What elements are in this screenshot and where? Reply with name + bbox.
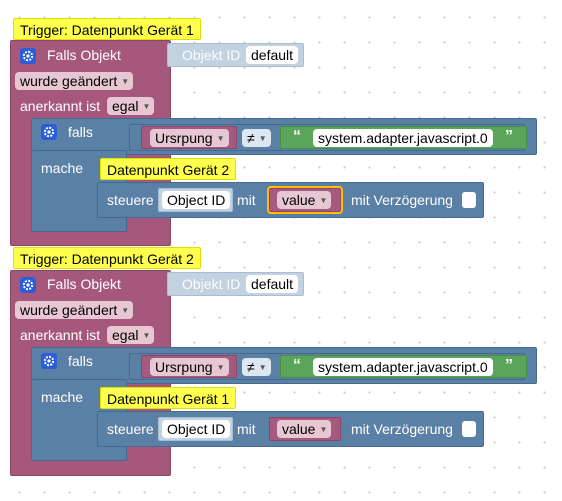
anerkannt-label: anerkannt ist (20, 98, 101, 114)
dropdown-arrow-icon: ▼ (121, 306, 130, 315)
dropdown-arrow-icon: ▼ (258, 363, 267, 372)
delay-label: mit Verzögerung (351, 421, 453, 437)
value-dropdown-value: value (282, 192, 316, 208)
objekt-id-field[interactable]: default (246, 275, 299, 293)
dropdown-arrow-icon: ▼ (142, 102, 151, 111)
delay-checkbox[interactable] (462, 192, 476, 208)
anerkannt-dropdown[interactable]: egal ▼ (107, 97, 155, 115)
dropdown-arrow-icon: ▼ (319, 196, 328, 205)
anerkannt-dropdown-value: egal (112, 98, 139, 114)
gear-icon[interactable] (41, 353, 57, 369)
if-label: falls (68, 124, 93, 140)
operator-dropdown[interactable]: ≠ ▼ (242, 358, 271, 376)
objekt-id-label: Objekt ID (182, 276, 241, 292)
text-field[interactable]: system.adapter.javascript.0 (313, 358, 493, 376)
anerkannt-dropdown-value: egal (112, 327, 139, 343)
value-dropdown-value: value (282, 421, 316, 437)
variable-dropdown[interactable]: Ursrpung ▼ (150, 129, 229, 147)
steuere-label: steuere (107, 192, 154, 208)
steuere-label: steuere (107, 421, 154, 437)
event-dropdown-value: wurde geändert (20, 302, 118, 318)
event-dropdown-value: wurde geändert (20, 73, 118, 89)
mit-label: mit (237, 421, 256, 437)
operator-dropdown-value: ≠ (247, 359, 255, 375)
if-label: falls (68, 353, 93, 369)
gear-icon[interactable] (41, 124, 57, 140)
dropdown-arrow-icon: ▼ (319, 425, 328, 434)
gear-icon[interactable] (20, 277, 36, 293)
dropdown-arrow-icon: ▼ (216, 363, 225, 372)
do-comment[interactable]: Datenpunkt Gerät 2 (100, 158, 237, 180)
trigger-comment[interactable]: Trigger: Datenpunkt Gerät 1 (13, 18, 201, 40)
dropdown-arrow-icon: ▼ (142, 331, 151, 340)
gear-icon[interactable] (20, 48, 36, 64)
value-dropdown[interactable]: value ▼ (277, 191, 332, 209)
anerkannt-label: anerkannt ist (20, 327, 101, 343)
quote-open-icon: “ (293, 357, 301, 374)
variable-dropdown-value: Ursrpung (155, 130, 213, 146)
do-label: mache (41, 389, 84, 405)
anerkannt-dropdown[interactable]: egal ▼ (107, 326, 155, 344)
dropdown-arrow-icon: ▼ (258, 134, 267, 143)
do-comment[interactable]: Datenpunkt Gerät 1 (100, 387, 237, 409)
falls-objekt-label: Falls Objekt (47, 276, 121, 292)
dropdown-arrow-icon: ▼ (216, 134, 225, 143)
object-id-field[interactable]: Object ID (162, 191, 231, 209)
quote-close-icon: ” (505, 357, 513, 374)
objekt-id-field[interactable]: default (246, 46, 299, 64)
trigger-comment[interactable]: Trigger: Datenpunkt Gerät 2 (13, 247, 201, 269)
event-dropdown[interactable]: wurde geändert ▼ (15, 72, 134, 90)
operator-dropdown-value: ≠ (247, 130, 255, 146)
variable-dropdown-value: Ursrpung (155, 359, 213, 375)
value-dropdown[interactable]: value ▼ (277, 420, 332, 438)
text-field[interactable]: system.adapter.javascript.0 (313, 129, 493, 147)
mit-label: mit (237, 192, 256, 208)
operator-dropdown[interactable]: ≠ ▼ (242, 129, 271, 147)
falls-objekt-label: Falls Objekt (47, 47, 121, 63)
objekt-id-label: Objekt ID (182, 47, 241, 63)
do-label: mache (41, 160, 84, 176)
quote-open-icon: “ (293, 128, 301, 145)
object-id-field[interactable]: Object ID (162, 420, 231, 438)
dropdown-arrow-icon: ▼ (121, 77, 130, 86)
variable-dropdown[interactable]: Ursrpung ▼ (150, 358, 229, 376)
quote-close-icon: ” (505, 128, 513, 145)
delay-label: mit Verzögerung (351, 192, 453, 208)
delay-checkbox[interactable] (462, 421, 476, 437)
event-dropdown[interactable]: wurde geändert ▼ (15, 301, 134, 319)
